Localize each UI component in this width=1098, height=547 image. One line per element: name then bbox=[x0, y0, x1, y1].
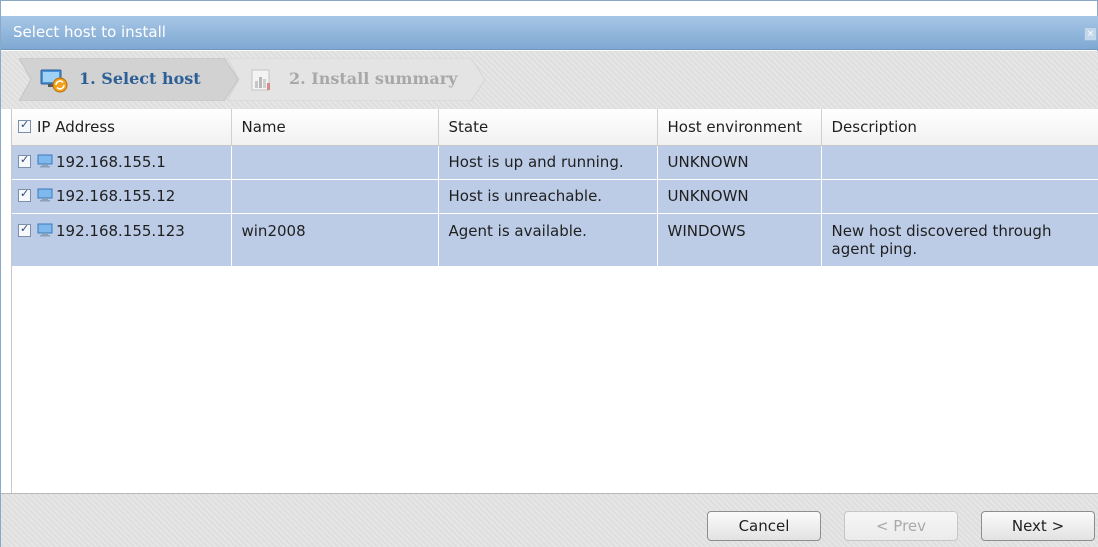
wizard-steps: 1. Select host 2. Install summary bbox=[1, 51, 1098, 109]
column-header-ip[interactable]: IP Address bbox=[12, 109, 232, 146]
wizard-step-select-host[interactable]: 1. Select host bbox=[19, 58, 239, 101]
row-checkbox[interactable] bbox=[18, 222, 31, 237]
computer-icon bbox=[37, 154, 53, 167]
ip-address: 192.168.155.1 bbox=[56, 152, 166, 171]
state-cell: Host is unreachable. bbox=[438, 179, 658, 214]
state-cell: Agent is available. bbox=[438, 213, 658, 267]
wizard-step-label: 2. Install summary bbox=[289, 69, 458, 88]
host-grid: IP Address Name State Host environment D… bbox=[11, 109, 1098, 493]
select-host-dialog: Select host to install × 1. Select host bbox=[0, 0, 1098, 547]
description-cell bbox=[821, 179, 1098, 214]
ip-address: 192.168.155.123 bbox=[56, 221, 185, 240]
computer-icon bbox=[37, 188, 53, 201]
dialog-title: Select host to install bbox=[13, 23, 166, 41]
dialog-titlebar[interactable]: Select host to install × bbox=[1, 16, 1098, 50]
ip-cell: 192.168.155.12 bbox=[12, 179, 232, 214]
prev-button[interactable]: < Prev bbox=[844, 511, 958, 541]
table-row[interactable]: 192.168.155.1 Host is up and running. UN… bbox=[12, 145, 1098, 180]
select-all-checkbox[interactable] bbox=[18, 118, 31, 133]
column-header-name[interactable]: Name bbox=[231, 109, 439, 146]
next-button[interactable]: Next > bbox=[981, 511, 1095, 541]
name-cell bbox=[231, 145, 439, 180]
row-checkbox[interactable] bbox=[18, 153, 31, 168]
ip-cell: 192.168.155.123 bbox=[12, 213, 232, 267]
cancel-button[interactable]: Cancel bbox=[707, 511, 821, 541]
host-table: IP Address Name State Host environment D… bbox=[12, 109, 1098, 267]
column-header-description[interactable]: Description bbox=[821, 109, 1098, 146]
host-environment-cell: UNKNOWN bbox=[657, 179, 822, 214]
column-header-host-environment[interactable]: Host environment bbox=[657, 109, 822, 146]
computer-icon bbox=[37, 223, 53, 236]
ip-cell: 192.168.155.1 bbox=[12, 145, 232, 180]
host-environment-cell: WINDOWS bbox=[657, 213, 822, 267]
column-header-state[interactable]: State bbox=[438, 109, 658, 146]
name-cell bbox=[231, 179, 439, 214]
select-host-icon bbox=[40, 69, 68, 93]
host-environment-cell: UNKNOWN bbox=[657, 145, 822, 180]
description-cell bbox=[821, 145, 1098, 180]
state-cell: Host is up and running. bbox=[438, 145, 658, 180]
description-cell: New host discovered through agent ping. bbox=[821, 213, 1098, 267]
name-cell: win2008 bbox=[231, 213, 439, 267]
wizard-step-install-summary[interactable]: 2. Install summary bbox=[227, 58, 487, 101]
close-icon[interactable]: × bbox=[1084, 27, 1097, 41]
ip-address: 192.168.155.12 bbox=[56, 186, 176, 205]
row-checkbox[interactable] bbox=[18, 187, 31, 202]
header-row: IP Address Name State Host environment D… bbox=[12, 109, 1098, 146]
table-row[interactable]: 192.168.155.12 Host is unreachable. UNKN… bbox=[12, 179, 1098, 214]
table-row[interactable]: 192.168.155.123 win2008 Agent is availab… bbox=[12, 213, 1098, 267]
install-summary-icon bbox=[251, 69, 270, 91]
wizard-step-label: 1. Select host bbox=[79, 69, 201, 88]
dialog-footer: Cancel < Prev Next > bbox=[1, 493, 1098, 547]
